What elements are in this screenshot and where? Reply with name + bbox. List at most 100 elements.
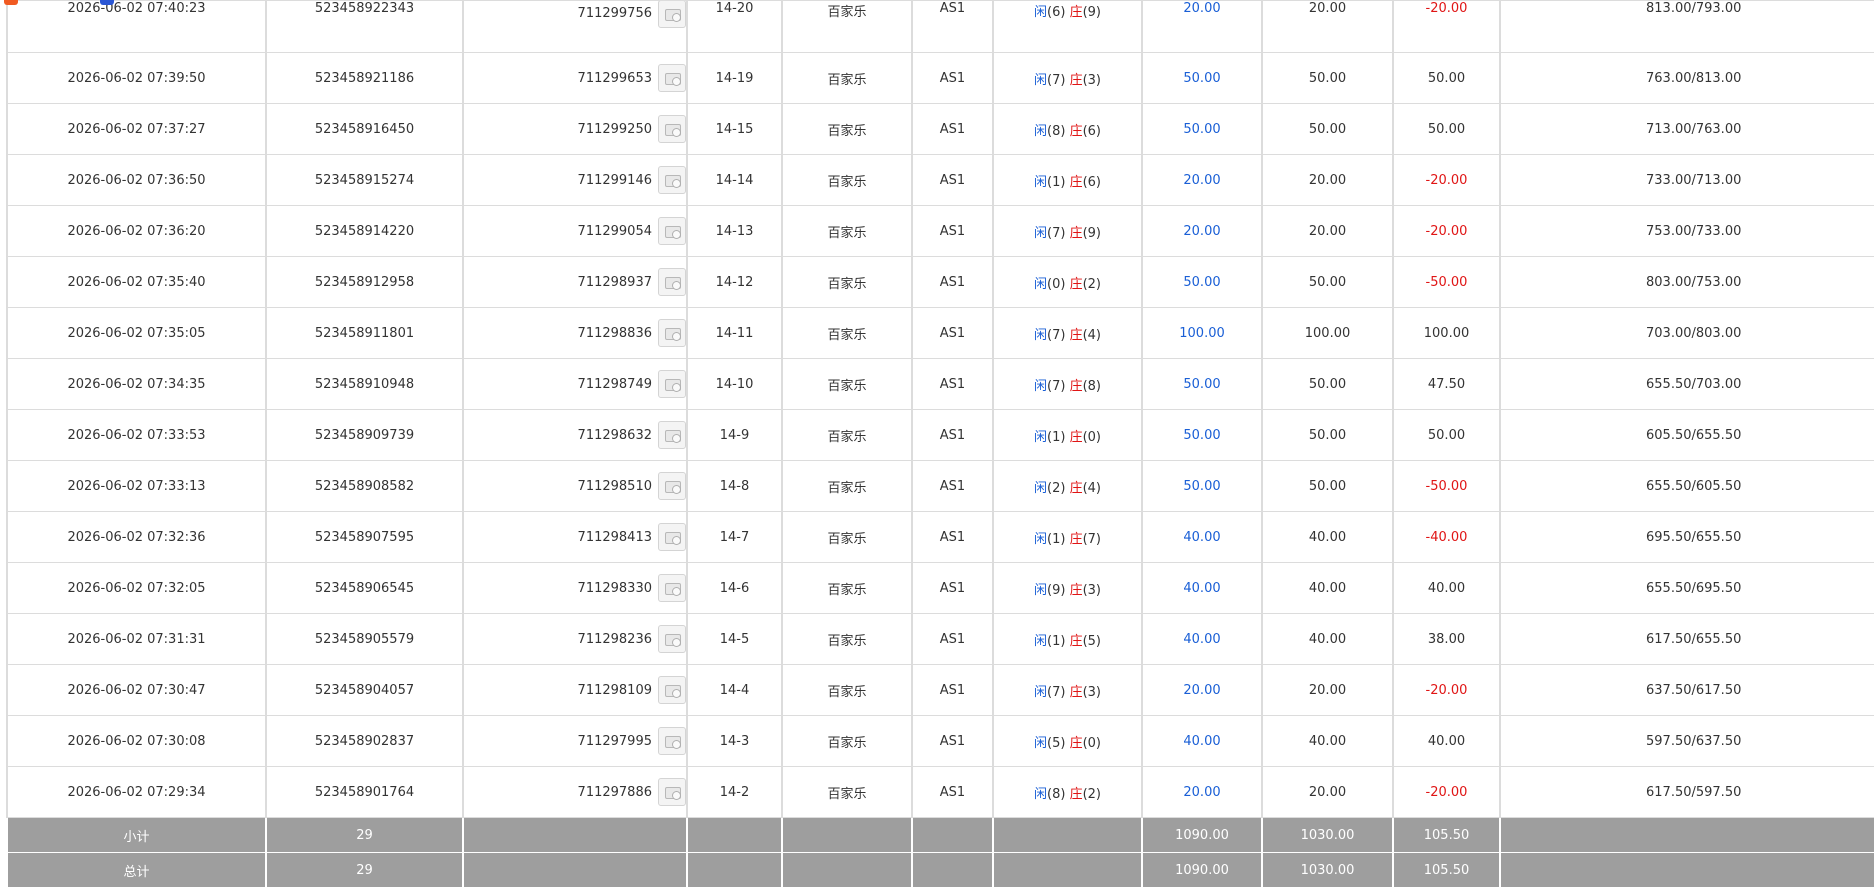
banker-points: (9) bbox=[1082, 4, 1101, 20]
round-number-text: 711298749 bbox=[577, 376, 652, 392]
bookmark-2[interactable] bbox=[100, 0, 120, 6]
card-image-icon[interactable] bbox=[658, 268, 686, 296]
shoe-hand: 14-19 bbox=[686, 52, 783, 104]
valid-bet-text: 20.00 bbox=[1308, 223, 1347, 239]
bet-amount: 50.00 bbox=[1141, 460, 1263, 512]
card-image-icon[interactable] bbox=[658, 166, 686, 194]
card-image-icon[interactable] bbox=[658, 523, 686, 551]
round-number-text: 711298510 bbox=[577, 478, 652, 494]
player-points: (1) bbox=[1047, 429, 1066, 445]
bet-amount-text: 20.00 bbox=[1183, 172, 1221, 188]
card-image-icon[interactable] bbox=[658, 421, 686, 449]
table-code: AS1 bbox=[911, 52, 994, 104]
result: 闲(7) 庄(9) bbox=[992, 205, 1143, 257]
bet-time-text: 2026-06-02 07:36:50 bbox=[67, 172, 206, 188]
game-type: 百家乐 bbox=[781, 0, 913, 53]
banker-label: 庄 bbox=[1069, 123, 1083, 139]
result: 闲(8) 庄(6) bbox=[992, 103, 1143, 155]
total-win: 105.50 bbox=[1392, 852, 1501, 888]
card-image-icon[interactable] bbox=[658, 778, 686, 806]
empty-cell bbox=[992, 852, 1143, 888]
game-type-text: 百家乐 bbox=[827, 225, 867, 241]
player-points: (1) bbox=[1047, 633, 1066, 649]
result: 闲(1) 庄(0) bbox=[992, 409, 1143, 461]
card-image-icon[interactable] bbox=[658, 217, 686, 245]
valid-bet-text: 40.00 bbox=[1308, 631, 1347, 647]
bet-time: 2026-06-02 07:35:05 bbox=[6, 307, 267, 359]
valid-bet-text: 50.00 bbox=[1308, 376, 1347, 392]
bet-time: 2026-06-02 07:36:50 bbox=[6, 154, 267, 206]
bet-amount: 20.00 bbox=[1141, 766, 1263, 818]
balance-text: 617.50/655.50 bbox=[1646, 631, 1742, 647]
bet-number-text: 523458905579 bbox=[314, 631, 415, 647]
valid-bet: 50.00 bbox=[1261, 103, 1394, 155]
table-row: 2026-06-02 07:30:08 523458902837 711297995… bbox=[6, 715, 1874, 767]
bet-amount-text: 50.00 bbox=[1183, 427, 1221, 443]
game-type-text: 百家乐 bbox=[827, 429, 867, 445]
table-code: AS1 bbox=[911, 460, 994, 512]
valid-bet: 100.00 bbox=[1261, 307, 1394, 359]
banker-points: (8) bbox=[1082, 378, 1101, 394]
game-type: 百家乐 bbox=[781, 460, 913, 512]
bookmark-1[interactable] bbox=[4, 0, 24, 6]
result: 闲(0) 庄(2) bbox=[992, 256, 1143, 308]
bet-time-text: 2026-06-02 07:36:20 bbox=[67, 223, 206, 239]
empty-cell bbox=[1499, 817, 1874, 853]
player-label: 闲 bbox=[1033, 786, 1047, 802]
table-code: AS1 bbox=[911, 205, 994, 257]
win-loss-text: 47.50 bbox=[1427, 376, 1466, 392]
total-valid: 1030.00 bbox=[1261, 852, 1394, 888]
win-loss: -20.00 bbox=[1392, 0, 1501, 53]
round-number: 711298937 bbox=[462, 256, 688, 308]
banker-label: 庄 bbox=[1069, 174, 1083, 190]
total-row: 总计 29 1090.00 1030.00 105.50 bbox=[6, 852, 1874, 888]
game-type: 百家乐 bbox=[781, 52, 913, 104]
game-type: 百家乐 bbox=[781, 664, 913, 716]
bet-number: 523458908582 bbox=[265, 460, 464, 512]
card-image-icon[interactable] bbox=[658, 370, 686, 398]
win-loss: 40.00 bbox=[1392, 562, 1501, 614]
player-label: 闲 bbox=[1033, 684, 1047, 700]
card-image-icon[interactable] bbox=[658, 574, 686, 602]
banker-points: (2) bbox=[1082, 276, 1101, 292]
card-image-icon[interactable] bbox=[658, 472, 686, 500]
banker-points: (9) bbox=[1082, 225, 1101, 241]
table-code: AS1 bbox=[911, 766, 994, 818]
balance: 813.00/793.00 bbox=[1499, 0, 1874, 53]
balance: 605.50/655.50 bbox=[1499, 409, 1874, 461]
shoe-hand-text: 14-9 bbox=[719, 427, 750, 443]
bet-number-text: 523458906545 bbox=[314, 580, 415, 596]
bet-amount: 100.00 bbox=[1141, 307, 1263, 359]
card-image-icon[interactable] bbox=[658, 727, 686, 755]
card-image-icon[interactable] bbox=[658, 676, 686, 704]
player-points: (8) bbox=[1047, 123, 1066, 139]
shoe-hand: 14-10 bbox=[686, 358, 783, 410]
round-number: 711297886 bbox=[462, 766, 688, 818]
card-image-icon[interactable] bbox=[658, 625, 686, 653]
bet-time-text: 2026-06-02 07:35:40 bbox=[67, 274, 206, 290]
game-type: 百家乐 bbox=[781, 766, 913, 818]
bet-number-text: 523458907595 bbox=[314, 529, 415, 545]
card-image-icon[interactable] bbox=[658, 319, 686, 347]
balance: 803.00/753.00 bbox=[1499, 256, 1874, 308]
card-image-icon[interactable] bbox=[658, 64, 686, 92]
player-label: 闲 bbox=[1033, 327, 1047, 343]
bet-amount-text: 50.00 bbox=[1183, 121, 1221, 137]
balance-text: 703.00/803.00 bbox=[1646, 325, 1742, 341]
table-code-text: AS1 bbox=[939, 223, 966, 239]
empty-cell bbox=[911, 852, 994, 888]
table-code-text: AS1 bbox=[939, 70, 966, 86]
bookmark-icon bbox=[4, 0, 18, 5]
shoe-hand: 14-9 bbox=[686, 409, 783, 461]
card-image-icon[interactable] bbox=[658, 115, 686, 143]
total-bet: 1090.00 bbox=[1141, 852, 1263, 888]
shoe-hand: 14-11 bbox=[686, 307, 783, 359]
empty-cell bbox=[911, 817, 994, 853]
subtotal-win: 105.50 bbox=[1392, 817, 1501, 853]
round-number-text: 711298236 bbox=[577, 631, 652, 647]
win-loss: -20.00 bbox=[1392, 205, 1501, 257]
round-number: 711298109 bbox=[462, 664, 688, 716]
game-type-text: 百家乐 bbox=[827, 582, 867, 598]
banker-label: 庄 bbox=[1069, 582, 1083, 598]
table-row: 2026-06-02 07:30:47 523458904057 711298109… bbox=[6, 664, 1874, 716]
